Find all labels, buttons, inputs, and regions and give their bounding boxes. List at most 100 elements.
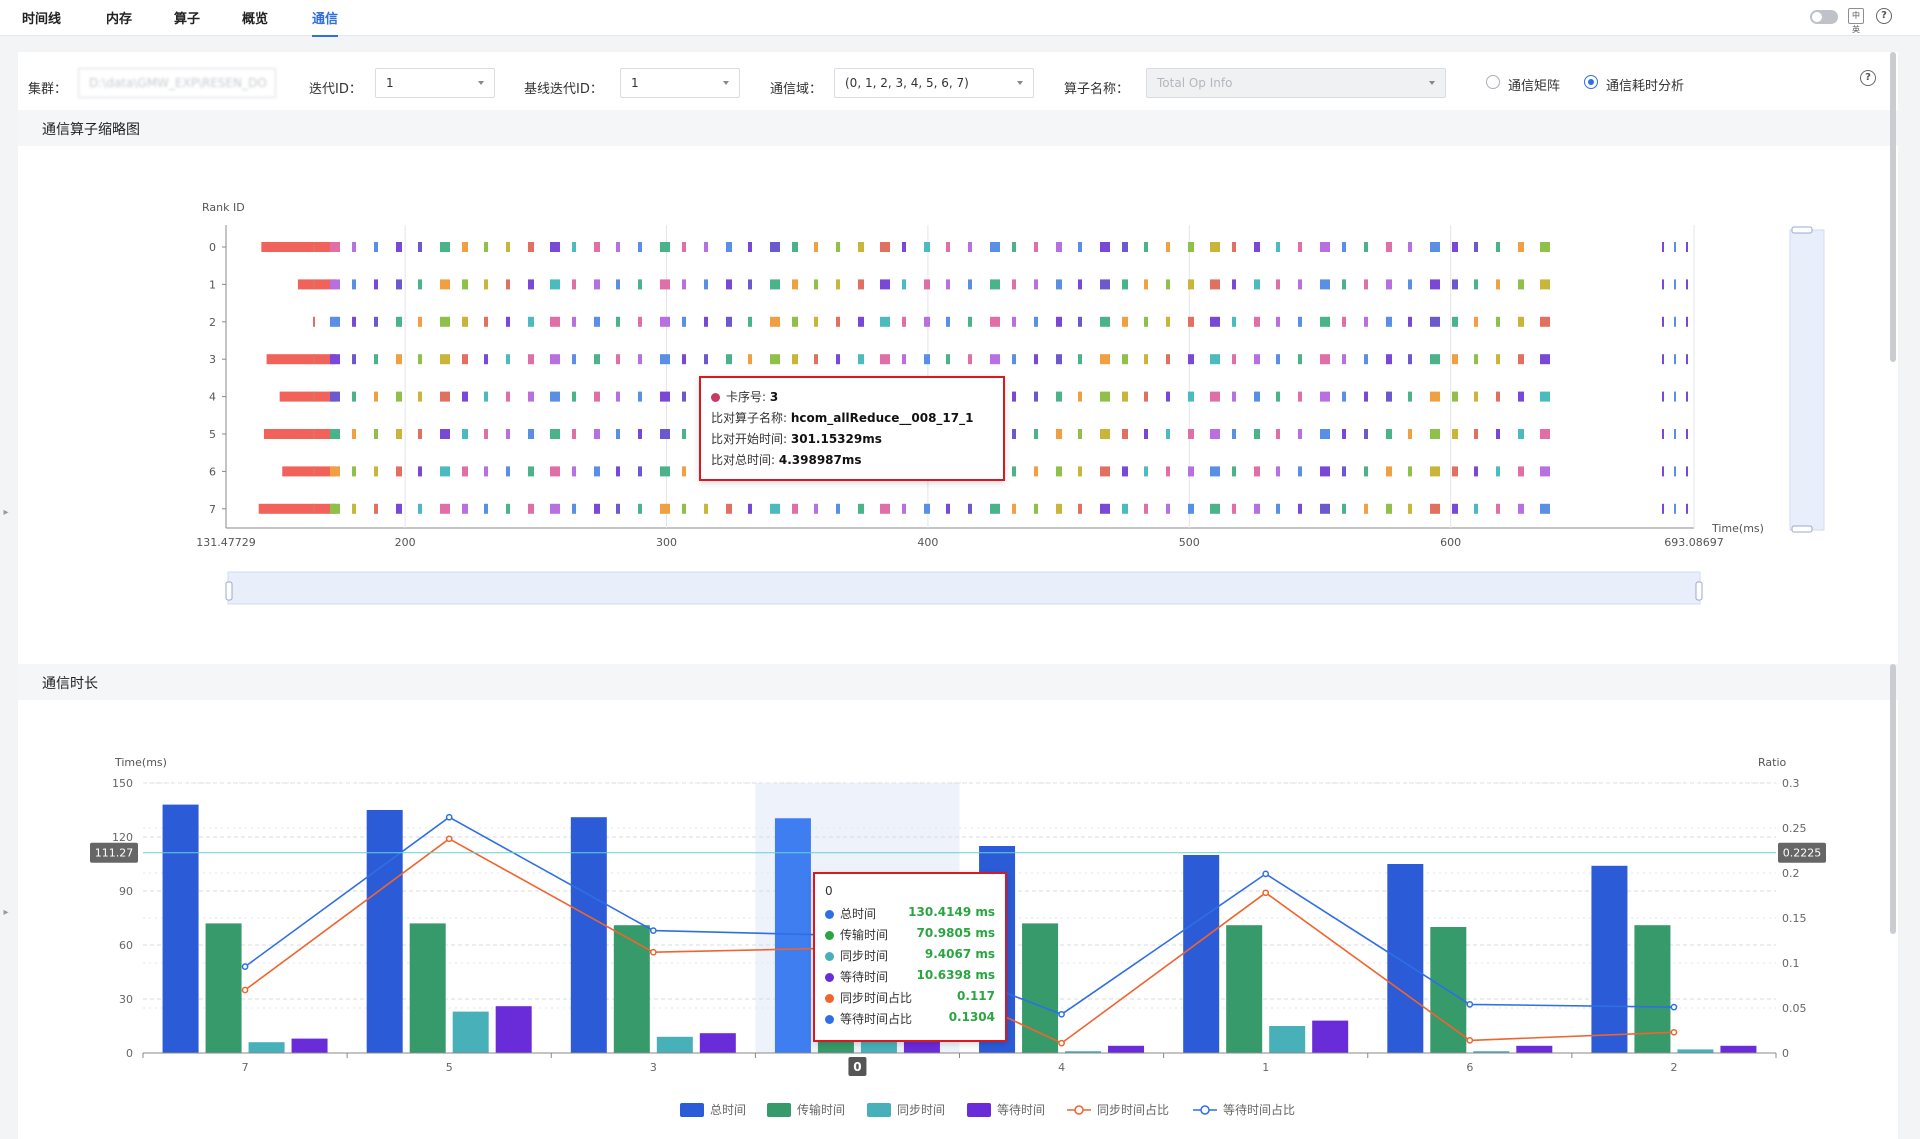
timeline-mark bbox=[1232, 316, 1236, 327]
timeline-vertical-slider[interactable] bbox=[1789, 229, 1825, 531]
timeline-mark bbox=[374, 503, 378, 514]
timeline-mark bbox=[594, 354, 600, 365]
timeline-mark bbox=[1232, 242, 1236, 252]
timeline-rank-label: 7 bbox=[209, 503, 216, 516]
timeline-mark bbox=[1686, 316, 1688, 327]
timeline-mark bbox=[1254, 503, 1260, 514]
timeline-mark bbox=[1342, 429, 1346, 439]
timeline-zoom-slider[interactable] bbox=[227, 571, 1701, 605]
timeline-mark bbox=[1254, 354, 1260, 365]
duration-y2-title: Ratio bbox=[1758, 756, 1787, 769]
timeline-mark bbox=[1686, 354, 1688, 365]
timeline-mark bbox=[594, 279, 600, 290]
timeline-mark bbox=[616, 429, 620, 439]
timeline-mark bbox=[1034, 466, 1038, 477]
bar bbox=[1183, 855, 1220, 1053]
legend-swatch bbox=[867, 1103, 891, 1117]
timeline-rank-label: 6 bbox=[209, 465, 216, 478]
timeline-mark bbox=[1122, 316, 1128, 327]
timeline-mark bbox=[330, 503, 340, 514]
y2-tick-label: 0.15 bbox=[1782, 912, 1807, 925]
timeline-mark bbox=[968, 279, 972, 290]
timeline-x-tick: 300 bbox=[656, 536, 677, 549]
timeline-mark bbox=[440, 391, 450, 402]
timeline-mark bbox=[1078, 354, 1082, 365]
timeline-mark bbox=[1320, 391, 1330, 402]
timeline-mark bbox=[572, 391, 576, 402]
timeline-mark bbox=[528, 429, 534, 439]
timeline-mark bbox=[792, 279, 798, 290]
timeline-mark bbox=[1674, 316, 1676, 327]
timeline-mark bbox=[704, 354, 708, 365]
timeline-mark bbox=[1144, 242, 1148, 252]
timeline-mark bbox=[1662, 316, 1664, 327]
timeline-mark bbox=[1012, 354, 1016, 365]
tooltip-total-value: 4.398987ms bbox=[778, 453, 862, 467]
timeline-mark bbox=[1298, 316, 1302, 327]
timeline-mark bbox=[1034, 279, 1038, 290]
timeline-mark bbox=[313, 316, 315, 327]
timeline-mark bbox=[572, 354, 576, 365]
timeline-mark bbox=[1540, 429, 1550, 439]
timeline-mark bbox=[1686, 242, 1688, 252]
y-tick-label: 0 bbox=[126, 1047, 133, 1060]
timeline-mark bbox=[616, 316, 620, 327]
timeline-mark bbox=[1144, 354, 1148, 365]
timeline-mark bbox=[1034, 316, 1038, 327]
timeline-mark bbox=[1034, 429, 1038, 439]
timeline-mark bbox=[726, 279, 732, 290]
timeline-mark bbox=[1674, 503, 1676, 514]
timeline-x-tick: 600 bbox=[1440, 536, 1461, 549]
bar bbox=[1226, 925, 1263, 1053]
timeline-mark bbox=[1686, 429, 1688, 439]
y-tick-label: 120 bbox=[112, 831, 133, 844]
timeline-mark bbox=[1188, 279, 1194, 290]
timeline-mark bbox=[462, 503, 468, 514]
x-category-label: 0 bbox=[853, 1060, 861, 1074]
series-point bbox=[241, 963, 249, 970]
timeline-mark bbox=[770, 316, 780, 327]
app-root: 时间线 内存 算子 概览 通信 中英 ? ▸ ▸ 集群： D:\data\GMW… bbox=[0, 0, 1920, 1139]
timeline-mark bbox=[462, 316, 468, 327]
timeline-mark bbox=[946, 354, 950, 365]
x-category-label: 5 bbox=[446, 1061, 453, 1074]
timeline-mark bbox=[396, 466, 402, 477]
x-category-label: 7 bbox=[242, 1061, 249, 1074]
timeline-mark bbox=[1430, 503, 1440, 514]
timeline-x-tick: 200 bbox=[395, 536, 416, 549]
timeline-mark bbox=[1122, 354, 1128, 365]
timeline-mark bbox=[1430, 242, 1440, 252]
tooltip-start-label: 比对开始时间: bbox=[711, 432, 788, 446]
tooltip-dot-icon bbox=[825, 1015, 834, 1024]
vslider-handle-bottom[interactable] bbox=[1791, 525, 1813, 533]
tooltip-dot-icon bbox=[825, 910, 834, 919]
vslider-handle-top[interactable] bbox=[1791, 226, 1813, 234]
timeline-mark bbox=[990, 242, 1000, 252]
timeline-mark bbox=[396, 503, 402, 514]
slider-handle-left[interactable] bbox=[225, 581, 233, 601]
timeline-mark bbox=[1298, 429, 1302, 439]
section-title-duration: 通信时长 bbox=[42, 676, 98, 692]
timeline-rank-label: 1 bbox=[209, 278, 216, 291]
timeline-mark bbox=[1386, 354, 1392, 365]
timeline-mark bbox=[1674, 279, 1676, 290]
timeline-mark bbox=[990, 503, 1000, 514]
bar bbox=[656, 1036, 693, 1053]
timeline-mark bbox=[550, 429, 560, 439]
timeline-mark bbox=[726, 242, 732, 252]
timeline-mark bbox=[352, 354, 356, 365]
timeline-mark bbox=[572, 242, 576, 252]
timeline-mark bbox=[682, 429, 686, 439]
timeline-mark bbox=[1474, 354, 1478, 365]
timeline-mark bbox=[1474, 503, 1478, 514]
timeline-mark bbox=[660, 242, 670, 252]
timeline-mark bbox=[1078, 316, 1082, 327]
slider-handle-right[interactable] bbox=[1695, 581, 1703, 601]
timeline-mark bbox=[1686, 503, 1688, 514]
timeline-mark bbox=[1122, 242, 1128, 252]
timeline-mark bbox=[266, 354, 336, 365]
tooltip-row-label: 传输时间 bbox=[840, 928, 889, 942]
timeline-mark bbox=[396, 316, 402, 327]
timeline-mark bbox=[572, 279, 576, 290]
tooltip-row-value: 9.4067 ms bbox=[924, 947, 995, 961]
